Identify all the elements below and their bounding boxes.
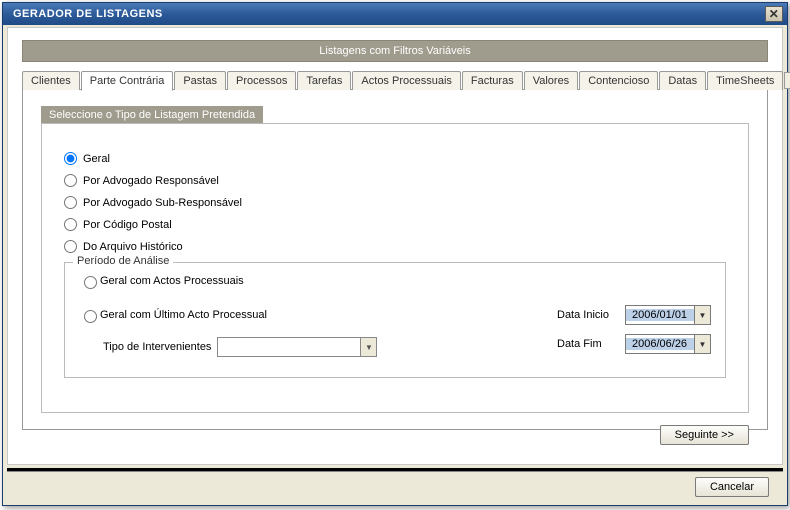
tab-scroll-left[interactable]: ◄ xyxy=(784,72,790,89)
listing-type-box: Geral Por Advogado Responsável Por Advog… xyxy=(41,123,749,413)
radio-geral-input[interactable] xyxy=(64,152,77,165)
content-area: Listagens com Filtros Variáveis Clientes… xyxy=(7,27,783,465)
radio-adv-subresp-label: Por Advogado Sub-Responsável xyxy=(83,197,242,209)
tab-datas[interactable]: Datas xyxy=(659,71,706,90)
radio-geral-ultimo[interactable]: Geral com Último Acto Processual xyxy=(79,307,267,323)
radio-geral[interactable]: Geral xyxy=(64,152,726,165)
radio-adv-subresp-input[interactable] xyxy=(64,196,77,209)
tab-parte-contraria[interactable]: Parte Contrária xyxy=(81,71,174,91)
radio-geral-ultimo-label: Geral com Último Acto Processual xyxy=(100,309,267,321)
radio-geral-label: Geral xyxy=(83,153,110,165)
tab-facturas[interactable]: Facturas xyxy=(462,71,523,90)
data-fim-dropdown[interactable]: ▼ xyxy=(694,335,710,353)
tabstrip: Clientes Parte Contrária Pastas Processo… xyxy=(22,70,768,90)
window-title: GERADOR DE LISTAGENS xyxy=(13,8,163,20)
data-inicio-dropdown[interactable]: ▼ xyxy=(694,306,710,324)
bottom-bar: Cancelar xyxy=(7,471,783,501)
radio-arquivo-historico-label: Do Arquivo Histórico xyxy=(83,241,183,253)
tab-contencioso[interactable]: Contencioso xyxy=(579,71,658,90)
radio-geral-ultimo-input[interactable] xyxy=(84,310,97,323)
chevron-down-icon: ▼ xyxy=(699,340,707,349)
tab-pastas[interactable]: Pastas xyxy=(174,71,226,90)
tab-body: Seleccione o Tipo de Listagem Pretendida… xyxy=(22,90,768,430)
radio-adv-subresp[interactable]: Por Advogado Sub-Responsável xyxy=(64,196,726,209)
data-inicio-field: Data Inicio 2006/01/01 ▼ xyxy=(557,305,711,325)
data-fim-input[interactable]: 2006/06/26 ▼ xyxy=(625,334,711,354)
cancel-button[interactable]: Cancelar xyxy=(695,477,769,497)
tab-tarefas[interactable]: Tarefas xyxy=(297,71,351,90)
data-inicio-value: 2006/01/01 xyxy=(626,309,694,321)
radio-adv-resp[interactable]: Por Advogado Responsável xyxy=(64,174,726,187)
tab-valores[interactable]: Valores xyxy=(524,71,578,90)
tab-scroll: ◄ ► xyxy=(784,72,790,89)
tipo-intervenientes-label: Tipo de Intervenientes xyxy=(103,341,211,353)
tab-timesheets[interactable]: TimeSheets xyxy=(707,71,783,90)
close-button[interactable]: ✕ xyxy=(765,6,783,22)
next-button-row: Seguinte >> xyxy=(41,425,749,445)
period-group: Período de Análise Geral com Actos Proce… xyxy=(64,262,726,378)
radio-arquivo-historico-input[interactable] xyxy=(64,240,77,253)
tab-clientes[interactable]: Clientes xyxy=(22,71,80,90)
radio-codigo-postal-input[interactable] xyxy=(64,218,77,231)
radio-codigo-postal[interactable]: Por Código Postal xyxy=(64,218,726,231)
subtitle-bar: Listagens com Filtros Variáveis xyxy=(22,40,768,62)
data-inicio-label: Data Inicio xyxy=(557,309,619,321)
tipo-intervenientes-combo[interactable]: ▼ xyxy=(217,337,377,357)
data-fim-label: Data Fim xyxy=(557,338,619,350)
chevron-down-icon: ▼ xyxy=(365,343,373,352)
radio-geral-actos-input[interactable] xyxy=(84,276,97,289)
period-legend: Período de Análise xyxy=(73,255,173,267)
tipo-intervenientes-dropdown[interactable]: ▼ xyxy=(360,338,376,356)
tab-processos[interactable]: Processos xyxy=(227,71,296,90)
next-button[interactable]: Seguinte >> xyxy=(660,425,749,445)
radio-codigo-postal-label: Por Código Postal xyxy=(83,219,172,231)
radio-adv-resp-input[interactable] xyxy=(64,174,77,187)
close-icon: ✕ xyxy=(769,8,780,20)
section-title: Seleccione o Tipo de Listagem Pretendida xyxy=(41,106,263,124)
data-fim-value: 2006/06/26 xyxy=(626,338,694,350)
main-window: GERADOR DE LISTAGENS ✕ Listagens com Fil… xyxy=(2,2,788,506)
tab-actos-processuais[interactable]: Actos Processuais xyxy=(352,71,460,90)
radio-arquivo-historico[interactable]: Do Arquivo Histórico xyxy=(64,240,726,253)
radio-geral-actos-label: Geral com Actos Processuais xyxy=(100,275,244,287)
data-inicio-input[interactable]: 2006/01/01 ▼ xyxy=(625,305,711,325)
radio-geral-actos[interactable]: Geral com Actos Processuais xyxy=(79,273,711,289)
data-fim-field: Data Fim 2006/06/26 ▼ xyxy=(557,334,711,354)
titlebar: GERADOR DE LISTAGENS ✕ xyxy=(3,3,787,25)
chevron-down-icon: ▼ xyxy=(699,311,707,320)
radio-adv-resp-label: Por Advogado Responsável xyxy=(83,175,219,187)
tipo-intervenientes-row: Tipo de Intervenientes ▼ xyxy=(103,337,377,357)
